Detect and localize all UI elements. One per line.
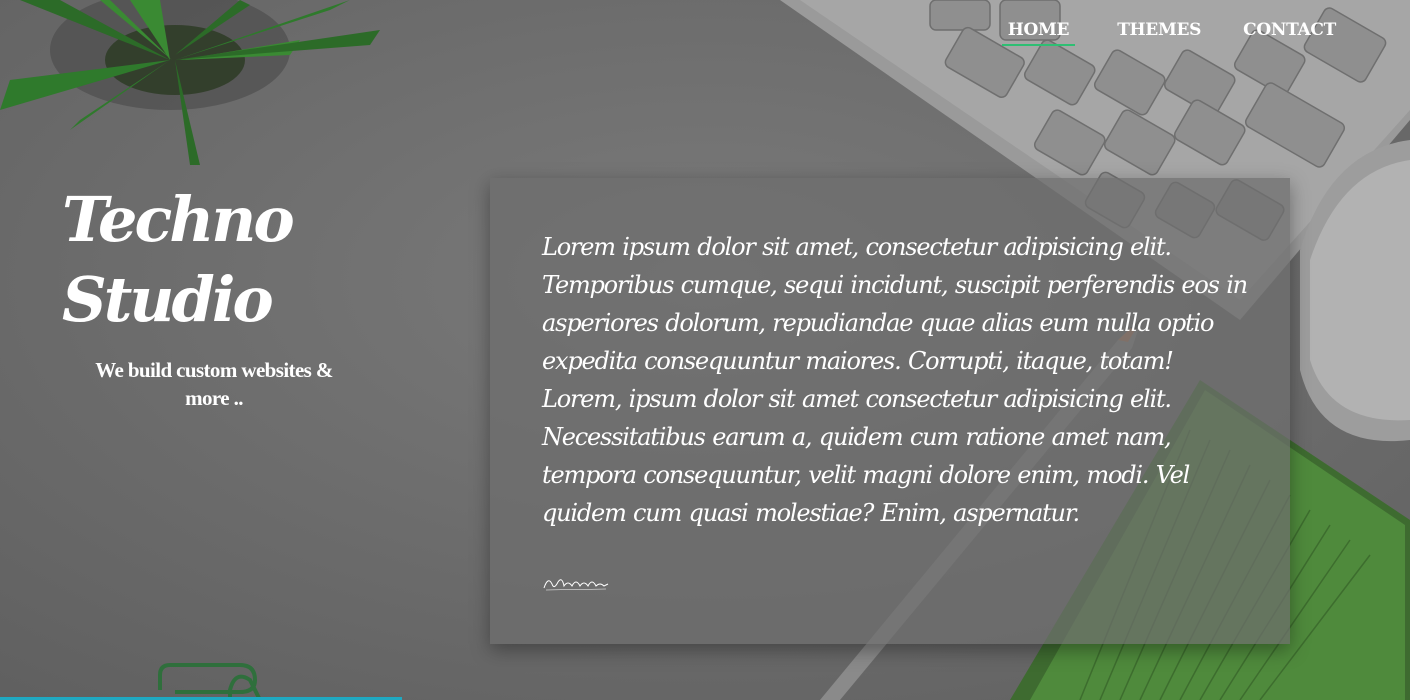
nav-themes-link[interactable]: THEMES bbox=[1117, 20, 1201, 46]
brand-block: Techno Studio We build custom websites &… bbox=[50, 180, 420, 412]
nav-home-link[interactable]: HOME bbox=[1001, 20, 1076, 46]
main-nav: HOME THEMES CONTACT bbox=[960, 20, 1336, 46]
signature-icon bbox=[543, 579, 609, 591]
card-paragraph-2: Lorem, ipsum dolor sit amet consectetur … bbox=[542, 385, 1190, 527]
nav-contact-link[interactable]: CONTACT bbox=[1243, 20, 1336, 46]
brand-title: Techno Studio bbox=[62, 183, 295, 336]
card-paragraph-1: Lorem ipsum dolor sit amet, consectetur … bbox=[542, 233, 1248, 375]
content-card: Lorem ipsum dolor sit amet, consectetur … bbox=[490, 178, 1290, 644]
brand-tagline: We build custom websites & more .. bbox=[95, 358, 333, 410]
